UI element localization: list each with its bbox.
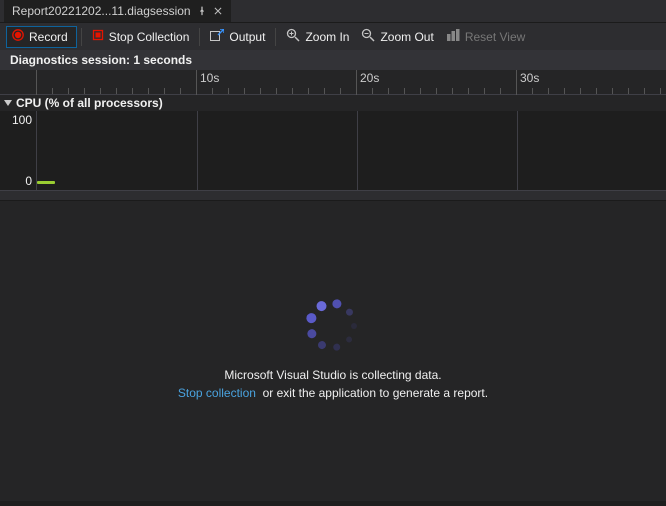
output-icon xyxy=(210,29,224,44)
zoom-out-button[interactable]: Zoom Out xyxy=(355,26,439,48)
document-tab[interactable]: Report20221202...11.diagsession xyxy=(4,0,231,22)
reset-view-label: Reset View xyxy=(465,30,525,44)
cpu-chart-header[interactable]: CPU (% of all processors) xyxy=(0,95,666,111)
stop-collection-button[interactable]: Stop Collection xyxy=(86,26,196,48)
stop-collection-link[interactable]: Stop collection xyxy=(178,386,256,400)
reset-view-icon xyxy=(446,28,460,45)
reset-view-button[interactable]: Reset View xyxy=(440,26,531,48)
ytick-label: 100 xyxy=(12,113,32,127)
cpu-series-line xyxy=(37,181,55,184)
zoom-in-label: Zoom In xyxy=(305,30,349,44)
close-icon[interactable] xyxy=(213,6,223,16)
cpu-chart[interactable]: 100 0 xyxy=(0,111,666,191)
ruler-tick-label: 10s xyxy=(200,71,219,85)
ytick-label: 0 xyxy=(25,174,32,188)
toolbar-separator xyxy=(199,28,200,46)
record-button[interactable]: Record xyxy=(6,26,77,48)
zoom-in-button[interactable]: Zoom In xyxy=(280,26,355,48)
collecting-message: Microsoft Visual Studio is collecting da… xyxy=(224,368,441,382)
ruler-tick-label: 30s xyxy=(520,71,539,85)
session-status: Diagnostics session: 1 seconds xyxy=(0,50,666,70)
loading-spinner-icon xyxy=(309,302,357,350)
zoom-in-icon xyxy=(286,28,300,45)
stop-collection-label: Stop Collection xyxy=(109,30,190,44)
ruler-tick-label: 20s xyxy=(360,71,379,85)
tab-strip: Report20221202...11.diagsession xyxy=(0,0,666,22)
collecting-hint-rest: or exit the application to generate a re… xyxy=(263,386,488,400)
zoom-out-icon xyxy=(361,28,375,45)
pin-icon[interactable] xyxy=(197,6,207,16)
record-label: Record xyxy=(29,30,68,44)
collecting-panel: Microsoft Visual Studio is collecting da… xyxy=(0,201,666,501)
stop-icon xyxy=(92,29,104,44)
tab-title: Report20221202...11.diagsession xyxy=(12,4,191,18)
zoom-out-label: Zoom Out xyxy=(380,30,433,44)
panel-divider xyxy=(0,191,666,201)
cpu-chart-yaxis: 100 0 xyxy=(0,111,36,190)
toolbar-separator xyxy=(275,28,276,46)
toolbar-separator xyxy=(81,28,82,46)
cpu-chart-plot xyxy=(36,111,666,190)
session-status-text: Diagnostics session: 1 seconds xyxy=(10,53,192,67)
record-icon xyxy=(12,29,24,44)
collecting-hint: Stop collection or exit the application … xyxy=(178,386,488,400)
toolbar: Record Stop Collection Output Zoom In Zo… xyxy=(0,22,666,50)
output-button[interactable]: Output xyxy=(204,26,271,48)
collapse-icon xyxy=(4,100,12,106)
cpu-chart-title: CPU (% of all processors) xyxy=(16,96,163,110)
timeline-ruler[interactable]: 10s 20s 30s xyxy=(0,70,666,95)
output-label: Output xyxy=(229,30,265,44)
